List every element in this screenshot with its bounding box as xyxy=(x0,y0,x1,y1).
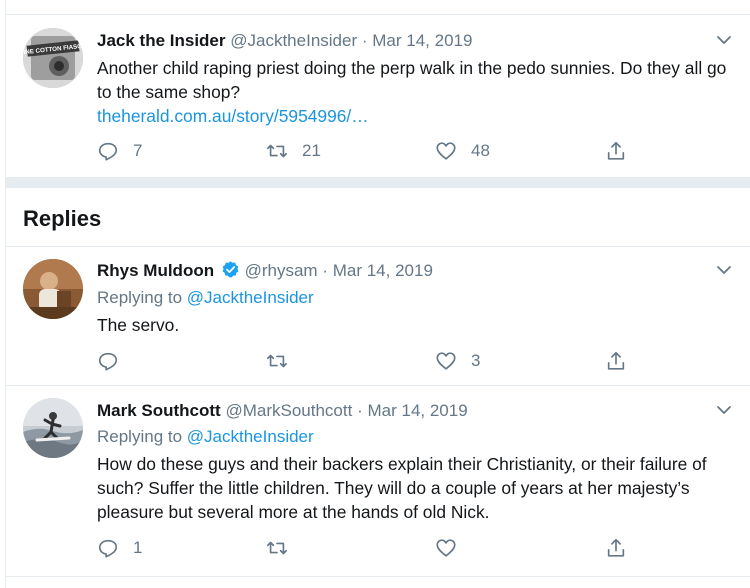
author-handle[interactable]: @JacktheInsider xyxy=(230,31,357,50)
like-icon xyxy=(436,539,456,557)
like-button[interactable] xyxy=(435,537,471,559)
tweet-link[interactable]: theherald.com.au/story/5954996/… xyxy=(97,104,369,128)
tweet-text: Another child raping priest doing the pe… xyxy=(97,58,727,102)
tweet-actions: 1 xyxy=(97,537,657,559)
caret-down-icon[interactable] xyxy=(716,402,732,418)
verified-badge-icon xyxy=(222,261,239,278)
tweet-text: The servo. xyxy=(97,315,180,335)
share-button[interactable] xyxy=(605,537,627,559)
retweet-count: 21 xyxy=(302,141,321,160)
like-count: 48 xyxy=(471,141,490,160)
reply-tweet[interactable]: Rhys Muldoon @rhysam · Mar 14, 2019 Repl… xyxy=(6,247,750,385)
reply-count: 1 xyxy=(133,538,143,557)
tweet-date[interactable]: Mar 14, 2019 xyxy=(372,31,472,50)
replying-to: Replying to @JacktheInsider xyxy=(97,426,314,448)
like-button[interactable]: 48 xyxy=(435,140,490,162)
reply-count: 7 xyxy=(133,141,143,160)
reply-header: Mark Southcott @MarkSouthcott · Mar 14, … xyxy=(97,400,468,422)
share-button[interactable] xyxy=(605,140,627,162)
like-button[interactable]: 3 xyxy=(435,350,480,372)
reply-header: Rhys Muldoon @rhysam · Mar 14, 2019 xyxy=(97,260,433,282)
caret-down-icon[interactable] xyxy=(716,32,732,48)
author-name[interactable]: Jack the Insider xyxy=(97,31,226,50)
tweet-date[interactable]: Mar 14, 2019 xyxy=(367,401,467,420)
like-icon xyxy=(436,142,456,160)
author-name[interactable]: Rhys Muldoon xyxy=(97,261,214,280)
reply-button[interactable] xyxy=(97,350,133,372)
section-divider xyxy=(5,177,750,188)
tweet-text: How do these guys and their backers expl… xyxy=(97,454,707,522)
reply-button[interactable]: 7 xyxy=(97,140,142,162)
replies-heading: Replies xyxy=(23,206,102,231)
share-icon xyxy=(607,351,625,370)
reply-icon xyxy=(98,539,118,558)
author-handle[interactable]: @rhysam xyxy=(245,261,318,280)
tweet-actions: 7 21 48 xyxy=(97,140,657,162)
replying-to-link[interactable]: @JacktheInsider xyxy=(187,427,314,446)
retweet-icon xyxy=(267,144,287,158)
bottom-divider xyxy=(5,576,750,577)
replying-to-prefix: Replying to xyxy=(97,427,183,446)
retweet-button[interactable]: 21 xyxy=(266,140,321,162)
share-icon xyxy=(607,538,625,557)
avatar-mark-southcott[interactable] xyxy=(23,398,83,458)
main-tweet[interactable]: FINE COTTON FIASCO Jack the Insider @Jac… xyxy=(6,15,750,177)
retweet-button[interactable] xyxy=(266,537,302,559)
caret-down-icon[interactable] xyxy=(716,262,732,278)
reply-button[interactable]: 1 xyxy=(97,537,142,559)
author-handle[interactable]: @MarkSouthcott xyxy=(225,401,352,420)
like-icon xyxy=(436,352,456,370)
replying-to-link[interactable]: @JacktheInsider xyxy=(187,288,314,307)
tweet-header: Jack the Insider @JacktheInsider · Mar 1… xyxy=(97,30,472,52)
tweet-actions: 3 xyxy=(97,350,657,372)
share-button[interactable] xyxy=(605,350,627,372)
reply-icon xyxy=(98,142,118,161)
separator-dot: · xyxy=(322,261,328,280)
reply-icon xyxy=(98,352,118,371)
tweet-date[interactable]: Mar 14, 2019 xyxy=(333,261,433,280)
retweet-icon xyxy=(267,354,287,368)
author-name[interactable]: Mark Southcott xyxy=(97,401,221,420)
separator-dot: · xyxy=(361,31,368,50)
retweet-icon xyxy=(267,541,287,555)
replying-to: Replying to @JacktheInsider xyxy=(97,287,314,309)
reply-tweet[interactable]: Mark Southcott @MarkSouthcott · Mar 14, … xyxy=(6,386,750,576)
retweet-button[interactable] xyxy=(266,350,302,372)
like-count: 3 xyxy=(471,351,481,370)
share-icon xyxy=(607,141,625,160)
avatar-rhys-muldoon[interactable] xyxy=(23,259,83,319)
separator-dot: · xyxy=(357,401,363,420)
replying-to-prefix: Replying to xyxy=(97,288,183,307)
avatar-jack-the-insider[interactable]: FINE COTTON FIASCO xyxy=(23,28,83,88)
